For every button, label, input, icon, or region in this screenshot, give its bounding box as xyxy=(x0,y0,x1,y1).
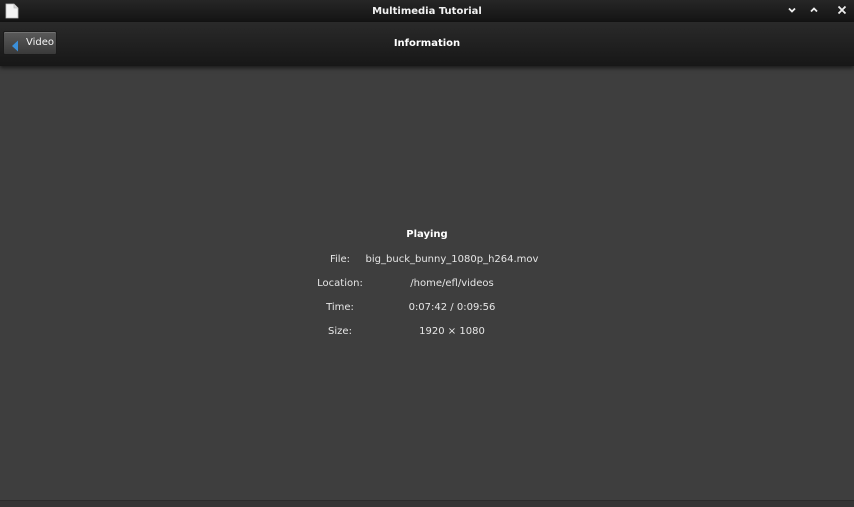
maximize-button[interactable] xyxy=(803,0,825,22)
playback-status: Playing xyxy=(406,229,448,240)
bottom-edge xyxy=(0,501,854,507)
chevron-down-icon xyxy=(788,7,796,13)
info-row-file: File: big_buck_bunny_1080p_h264.mov xyxy=(0,254,854,268)
info-row-size: Size: 1920 × 1080 xyxy=(0,326,854,340)
info-row-time: Time: 0:07:42 / 0:09:56 xyxy=(0,302,854,316)
size-value: 1920 × 1080 xyxy=(419,326,485,337)
minimize-button[interactable] xyxy=(781,0,803,22)
window-titlebar: Multimedia Tutorial xyxy=(0,0,854,22)
navigation-header: Video Information xyxy=(0,22,854,66)
close-icon xyxy=(837,5,847,15)
close-button[interactable] xyxy=(831,0,853,22)
location-value: /home/efl/videos xyxy=(410,278,494,289)
info-row-location: Location: /home/efl/videos xyxy=(0,278,854,292)
page-title: Information xyxy=(393,38,461,49)
file-value: big_buck_bunny_1080p_h264.mov xyxy=(365,254,539,265)
chevron-up-icon xyxy=(810,7,818,13)
window-title: Multimedia Tutorial xyxy=(372,6,482,17)
time-value: 0:07:42 / 0:09:56 xyxy=(408,302,496,313)
